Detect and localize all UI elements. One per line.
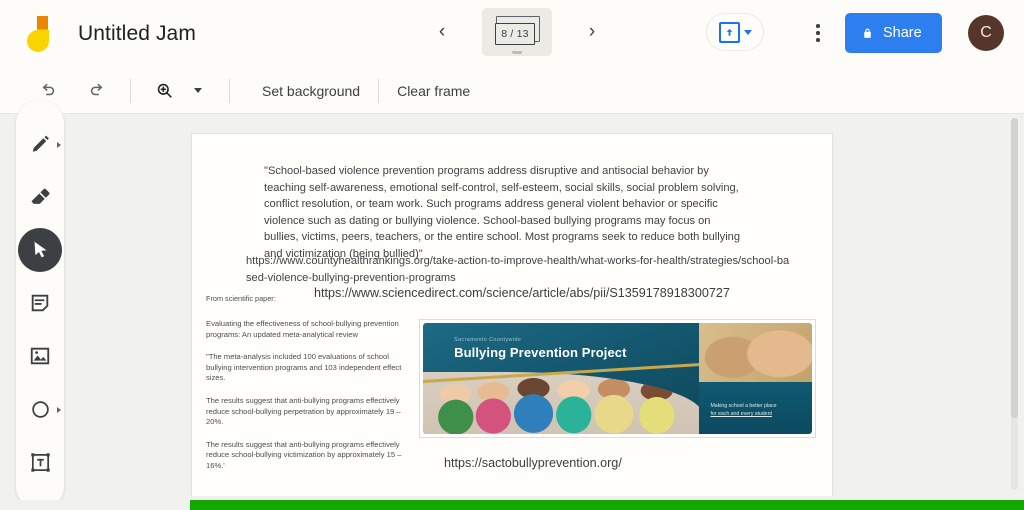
frame-stand-icon [512,51,522,54]
paper-title: Evaluating the effectiveness of school-b… [206,319,399,339]
finding-3: The results suggest that anti-bullying p… [206,439,402,470]
frame-counter-label: 8 / 13 [495,23,535,45]
paper-url-text: https://www.sciencedirect.com/science/ar… [314,286,730,300]
jamboard-app: Untitled Jam ‹ 8 / 13 › Share C Set back… [0,0,1024,510]
next-frame-button[interactable]: › [574,14,610,50]
present-button[interactable] [706,13,764,51]
tool-select[interactable] [18,228,62,272]
banner-eyebrow: Sacramento Countywide [454,337,522,344]
finding-2: The results suggest that anti-bullying p… [206,395,401,427]
toolbar-divider [130,78,131,103]
canvas-area[interactable]: "School-based violence prevention progra… [66,115,1024,496]
project-url-text: https://sactobullyprevention.org/ [444,456,622,470]
tool-pen[interactable] [18,122,62,166]
lock-icon [864,28,871,38]
banner-tagline-line1: Making school a better place [710,403,777,410]
secondary-toolbar: Set background Clear frame [0,68,1024,114]
set-background-button[interactable]: Set background [244,68,378,114]
banner-title: Bullying Prevention Project [454,345,627,361]
quote-text: "School-based violence prevention progra… [264,165,741,260]
banner-photo-highfive [699,323,812,382]
more-options-button[interactable] [808,16,828,50]
page-title[interactable]: Untitled Jam [78,22,196,46]
toolbar-divider [229,78,230,103]
recording-status-bar [190,500,1024,510]
tool-sticky-note[interactable] [18,281,62,325]
shape-submenu-caret-icon[interactable] [57,407,61,413]
tool-text-box[interactable] [18,440,62,484]
jamboard-logo-icon [20,13,62,55]
pen-icon [32,135,49,152]
banner-tagline: Making school a better place for each an… [710,403,805,418]
eraser-icon [31,188,50,204]
tool-rail [16,100,64,510]
frame-counter-button[interactable]: 8 / 13 [482,8,552,56]
bullying-prevention-banner-image[interactable]: Sacramento Countywide Bullying Preventio… [420,320,815,437]
previous-frame-button[interactable]: ‹ [424,14,460,50]
clear-frame-button[interactable]: Clear frame [379,68,488,114]
vertical-scrollbar[interactable] [1011,118,1018,490]
magnifier-plus-icon [157,83,172,98]
tool-image[interactable] [18,334,62,378]
banner-tagline-line2: for each and every student [710,410,772,417]
present-box-arrow-icon [718,21,740,43]
from-paper-label: From scientific paper: [206,294,276,303]
circle-shape-icon [31,400,49,418]
pen-submenu-caret-icon[interactable] [57,142,61,148]
banner-photo-students [423,371,704,434]
frame-navigation: ‹ 8 / 13 › [424,8,610,56]
zoom-dropdown-button[interactable] [181,74,215,108]
banner-right-panel: Making school a better place for each an… [699,323,812,434]
share-label: Share [883,25,922,41]
paper-summary-column: Evaluating the effectiveness of school-b… [206,319,411,484]
caret-down-icon [194,88,202,93]
zoom-button[interactable] [147,74,181,108]
tool-shape[interactable] [18,387,62,431]
jam-frame[interactable]: "School-based violence prevention progra… [192,134,832,496]
finding-1: "The meta-analysis included 100 evaluati… [206,352,402,383]
sticky-note-icon [31,294,49,312]
avatar[interactable]: C [968,15,1004,51]
image-icon [30,347,50,365]
redo-button[interactable] [80,74,114,108]
cursor-arrow-icon [34,241,47,258]
redo-arrow-icon [90,83,102,96]
caret-down-icon[interactable] [743,29,752,35]
share-button[interactable]: Share [845,13,942,53]
rail-bottom-mask [0,500,66,510]
text-box-icon [30,452,50,472]
undo-arrow-icon [42,83,54,96]
top-bar: Untitled Jam ‹ 8 / 13 › Share C [0,0,1024,68]
tool-eraser[interactable] [18,175,62,219]
source-url-text: https://www.countyhealthrankings.org/tak… [246,255,790,284]
